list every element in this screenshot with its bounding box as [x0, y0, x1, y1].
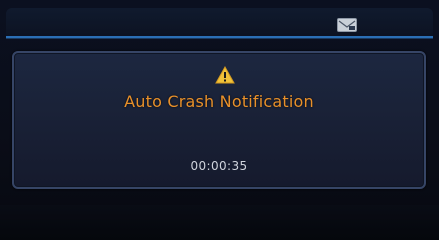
- bottom-area: [0, 205, 439, 240]
- status-bar: [6, 8, 433, 38]
- warning-icon: [215, 65, 235, 84]
- infotainment-screen: Auto Crash Notification 00:00:35: [0, 0, 439, 240]
- message-envelope-icon[interactable]: [337, 17, 357, 32]
- crash-notification-dialog: Auto Crash Notification 00:00:35: [12, 51, 426, 189]
- dialog-title: Auto Crash Notification: [124, 92, 314, 111]
- elapsed-timer: 00:00:35: [190, 159, 248, 173]
